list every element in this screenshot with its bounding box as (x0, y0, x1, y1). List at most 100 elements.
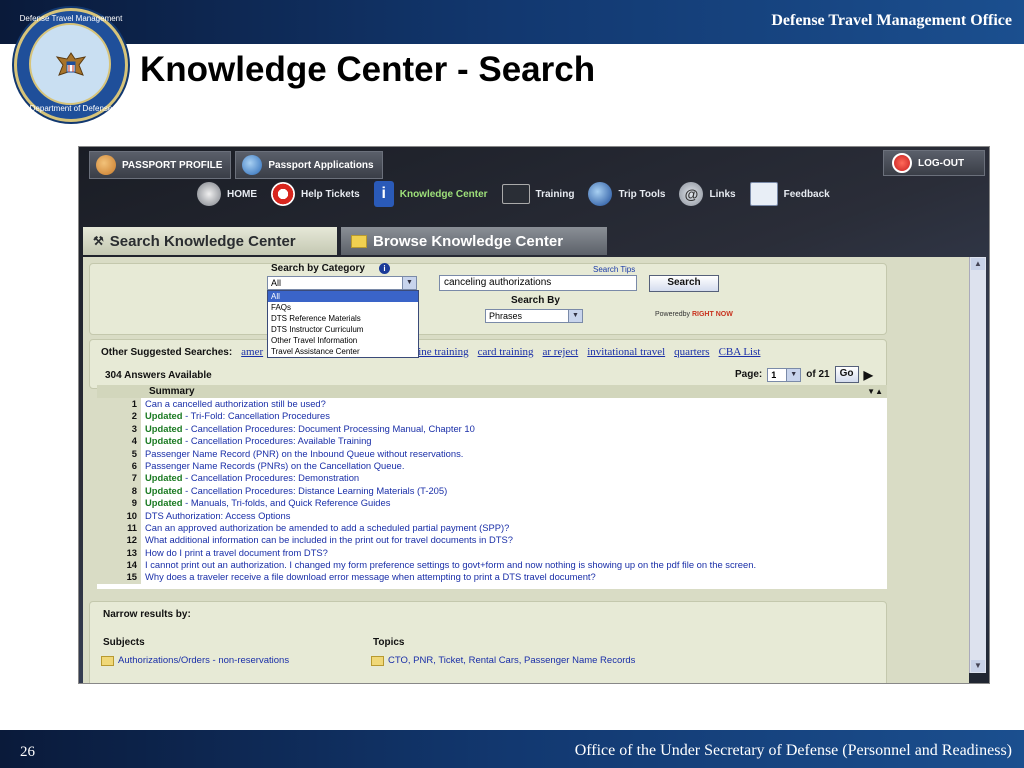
info-icon: i (373, 181, 394, 207)
suggested-link[interactable]: quarters (674, 346, 709, 358)
category-option[interactable]: All (268, 291, 418, 302)
result-summary-text: - Tri-Fold: Cancellation Procedures (182, 410, 330, 422)
category-select-value: All (271, 278, 282, 288)
nav-trip-tools-label: Trip Tools (618, 188, 666, 200)
result-row[interactable]: 6 Passenger Name Records (PNRs) on the Ca… (97, 459, 887, 473)
scroll-up-icon[interactable]: ▲ (971, 258, 985, 270)
nav-trip-tools[interactable]: Trip Tools (588, 179, 665, 209)
nav-feedback[interactable]: Feedback (749, 179, 830, 209)
suggested-link[interactable]: invitational travel (587, 346, 665, 358)
result-summary-text: Why does a traveler receive a file downl… (145, 571, 596, 583)
result-summary-link[interactable]: Passenger Name Records (PNRs) on the Can… (141, 460, 405, 471)
search-tips-link[interactable]: Search Tips (593, 265, 635, 274)
results-scrollbar[interactable]: ▲ ▼ (969, 257, 986, 673)
tab-search-knowledge-center[interactable]: ⚒ Search Knowledge Center (83, 227, 337, 255)
tab-browse-knowledge-center[interactable]: Browse Knowledge Center (341, 227, 607, 255)
globe-icon (588, 182, 613, 206)
result-number: 6 (97, 459, 141, 473)
result-summary-link[interactable]: I cannot print out an authorization. I c… (141, 559, 756, 570)
result-summary-link[interactable]: Updated - Cancellation Procedures: Demon… (141, 472, 359, 483)
search-input[interactable]: canceling authorizations (439, 275, 637, 291)
result-summary-link[interactable]: Can an approved authorization be amended… (141, 522, 509, 533)
info-icon: i (379, 263, 390, 274)
category-dropdown[interactable]: All FAQs DTS Reference Materials DTS Ins… (267, 290, 419, 358)
passport-profile-button[interactable]: PASSPORT PROFILE (89, 151, 232, 179)
result-row[interactable]: 2 Updated - Tri-Fold: Cancellation Proced… (97, 410, 887, 423)
result-summary-link[interactable]: Updated - Cancellation Procedures: Avail… (141, 435, 372, 446)
result-summary-link[interactable]: Updated - Cancellation Procedures: Dista… (141, 485, 447, 496)
powered-by: Poweredby RIGHT NOW (655, 311, 733, 318)
result-summary-link[interactable]: DTS Authorization: Access Options (141, 510, 290, 521)
go-button[interactable]: Go (834, 366, 859, 383)
result-row[interactable]: 13 How do I print a travel document from … (97, 546, 887, 560)
suggested-link[interactable]: ar reject (543, 346, 579, 358)
category-option[interactable]: Other Travel Information (268, 335, 418, 346)
at-sign-icon: @ (679, 182, 704, 206)
result-row[interactable]: 15 Why does a traveler receive a file dow… (97, 571, 887, 584)
nav-links-label: Links (709, 188, 736, 200)
scroll-down-icon[interactable]: ▼ (971, 660, 985, 672)
nav-feedback-label: Feedback (783, 188, 830, 200)
passport-applications-button[interactable]: Passport Applications (235, 151, 383, 179)
subject-link[interactable]: Authorizations/Orders - non-reservations (101, 655, 289, 666)
nav-home-label: HOME (227, 188, 257, 200)
result-summary-link[interactable]: Why does a traveler receive a file downl… (141, 571, 596, 582)
next-arrow-icon[interactable]: ▶ (864, 368, 873, 382)
result-summary-text: Can a cancelled authorization still be u… (145, 398, 326, 409)
nav-knowledge-center[interactable]: i Knowledge Center (373, 179, 488, 209)
nav-knowledge-center-label: Knowledge Center (399, 188, 488, 200)
result-row[interactable]: 8 Updated - Cancellation Procedures: Dist… (97, 484, 887, 498)
result-number: 8 (97, 484, 141, 498)
result-summary-link[interactable]: Can a cancelled authorization still be u… (141, 398, 326, 409)
result-row[interactable]: 9 Updated - Manuals, Tri-folds, and Quick… (97, 497, 887, 510)
result-number: 14 (97, 559, 141, 572)
updated-tag: Updated (145, 435, 183, 447)
category-option[interactable]: DTS Reference Materials (268, 313, 418, 324)
logout-button[interactable]: LOG-OUT (883, 150, 985, 176)
sort-icon[interactable]: ▼▲ (867, 385, 883, 398)
result-row[interactable]: 1 Can a cancelled authorization still be … (97, 398, 887, 411)
result-row[interactable]: 4 Updated - Cancellation Procedures: Avai… (97, 435, 887, 448)
result-summary-link[interactable]: Passenger Name Record (PNR) on the Inbou… (141, 448, 463, 459)
result-row[interactable]: 14 I cannot print out an authorization. I… (97, 559, 887, 572)
nav-help-tickets[interactable]: Help Tickets (271, 179, 360, 209)
result-summary-link[interactable]: Updated - Tri-Fold: Cancellation Procedu… (141, 410, 330, 421)
result-row[interactable]: 5 Passenger Name Record (PNR) on the Inbo… (97, 447, 887, 460)
result-row[interactable]: 3 Updated - Cancellation Procedures: Docu… (97, 422, 887, 436)
page-number: 26 (20, 744, 35, 760)
app-screenshot: PASSPORT PROFILE Passport Applications L… (78, 146, 990, 684)
result-row[interactable]: 10 DTS Authorization: Access Options (97, 509, 887, 522)
suggested-link[interactable]: CBA List (719, 346, 761, 358)
result-summary-link[interactable]: Updated - Cancellation Procedures: Docum… (141, 423, 475, 434)
category-option[interactable]: DTS Instructor Curriculum (268, 324, 418, 335)
result-summary-text: How do I print a travel document from DT… (145, 546, 328, 558)
category-option[interactable]: FAQs (268, 302, 418, 313)
category-option[interactable]: Travel Assistance Center (268, 346, 418, 357)
nav-training[interactable]: Training (501, 179, 574, 209)
result-row[interactable]: 12 What additional information can be inc… (97, 534, 887, 547)
suggested-link[interactable]: card training (478, 346, 534, 358)
nav-home[interactable]: HOME (197, 179, 257, 209)
search-button[interactable]: Search (649, 275, 719, 292)
globe-icon (242, 155, 263, 175)
chalkboard-icon (501, 184, 530, 204)
eagle-icon (55, 52, 87, 76)
results-rows: 1 Can a cancelled authorization still be … (97, 398, 887, 584)
topic-link[interactable]: CTO, PNR, Ticket, Rental Cars, Passenger… (371, 655, 635, 666)
subject-link-label: Authorizations/Orders - non-reservations (118, 655, 290, 666)
result-summary-text: - Cancellation Procedures: Demonstration (182, 472, 360, 484)
nav-links[interactable]: @ Links (679, 179, 736, 209)
result-summary-link[interactable]: Updated - Manuals, Tri-folds, and Quick … (141, 497, 390, 508)
result-row[interactable]: 7 Updated - Cancellation Procedures: Demo… (97, 472, 887, 485)
suggested-link[interactable]: amer (241, 346, 263, 358)
search-by-select[interactable]: Phrases ▼ (485, 309, 583, 323)
kc-tabs: ⚒ Search Knowledge Center Browse Knowled… (83, 227, 607, 255)
result-summary-text: Can an approved authorization be amended… (145, 521, 510, 533)
result-row[interactable]: 11 Can an approved authorization be amend… (97, 521, 887, 535)
result-summary-link[interactable]: What additional information can be inclu… (141, 534, 513, 545)
category-select[interactable]: All ▼ (267, 276, 417, 290)
page-select[interactable]: 1 ▼ (767, 367, 802, 382)
chevron-down-icon: ▼ (402, 277, 416, 289)
result-summary-link[interactable]: How do I print a travel document from DT… (141, 547, 328, 558)
result-summary-text: What additional information can be inclu… (145, 534, 513, 546)
